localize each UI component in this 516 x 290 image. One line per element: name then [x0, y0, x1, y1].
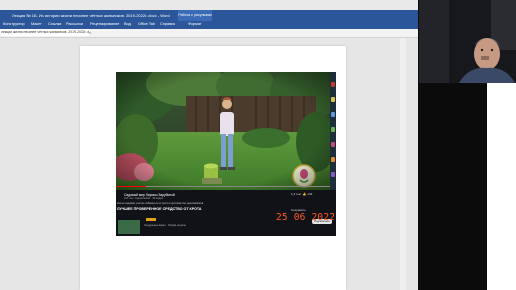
ribbon-tab-bar: Конструктор Макет Ссылки Рассылки Реценз… [0, 21, 418, 29]
right-edge-panel [487, 83, 516, 290]
context-tab-picture-tools[interactable]: Работа с рисунками [178, 10, 212, 21]
video-stats: 1,4 тыс. 👍 143 [291, 192, 313, 196]
side-thumbnail[interactable] [331, 97, 335, 102]
tab-references[interactable]: Ссылки [48, 22, 61, 26]
webcam-presenter-image [419, 0, 516, 83]
tab-format[interactable]: Формат [188, 22, 202, 26]
side-thumbnail[interactable] [331, 112, 335, 117]
tab-mailings[interactable]: Рассылки [66, 22, 83, 26]
channel-subscribers: 217 тыс. подписчиков · 43 видео [124, 197, 164, 200]
side-thumbnail[interactable] [331, 157, 335, 162]
side-thumbnail[interactable] [331, 172, 335, 177]
date-stamp: 25 06 2022 [276, 212, 336, 223]
word-window: Лекция № 1Б. Из истории жизни несинее чё… [0, 0, 418, 290]
webcam-feed [419, 0, 516, 83]
video-headline: ЛУЧШЕЕ ПРОВЕРЕННОЕ СРЕДСТВО ОТ КРОТА [117, 207, 202, 211]
tab-view[interactable]: Вид [124, 22, 131, 26]
side-thumbnail[interactable] [331, 82, 335, 87]
tab-office-tab[interactable]: Office Tab [138, 22, 155, 26]
next-video-badge [146, 218, 156, 221]
tab-design[interactable]: Конструктор [3, 22, 25, 26]
next-video-thumbnail[interactable] [118, 220, 140, 234]
document-tab[interactable]: лекции жизни несинее чётных жильников. 2… [0, 29, 89, 36]
garden-scene-image [116, 72, 330, 190]
side-thumbnail[interactable] [331, 127, 335, 132]
tab-review[interactable]: Рецензирование [90, 22, 119, 26]
side-thumbnail[interactable] [331, 142, 335, 147]
tab-layout[interactable]: Макет [31, 22, 42, 26]
tab-help[interactable]: Справка [160, 22, 175, 26]
video-description: Как на садовом участке избавиться от кро… [117, 202, 204, 205]
next-video-label[interactable]: Следующее видео · Огород на даче [144, 224, 186, 227]
close-icon[interactable]: × [89, 29, 91, 36]
title-bar: Лекция № 1Б. Из истории жизни несинее чё… [0, 10, 418, 29]
vertical-scrollbar[interactable] [400, 38, 406, 290]
document-tab-bar: лекции жизни несинее чётных жильников. 2… [0, 29, 418, 38]
window-title: Лекция № 1Б. Из истории жизни несинее чё… [12, 13, 170, 18]
